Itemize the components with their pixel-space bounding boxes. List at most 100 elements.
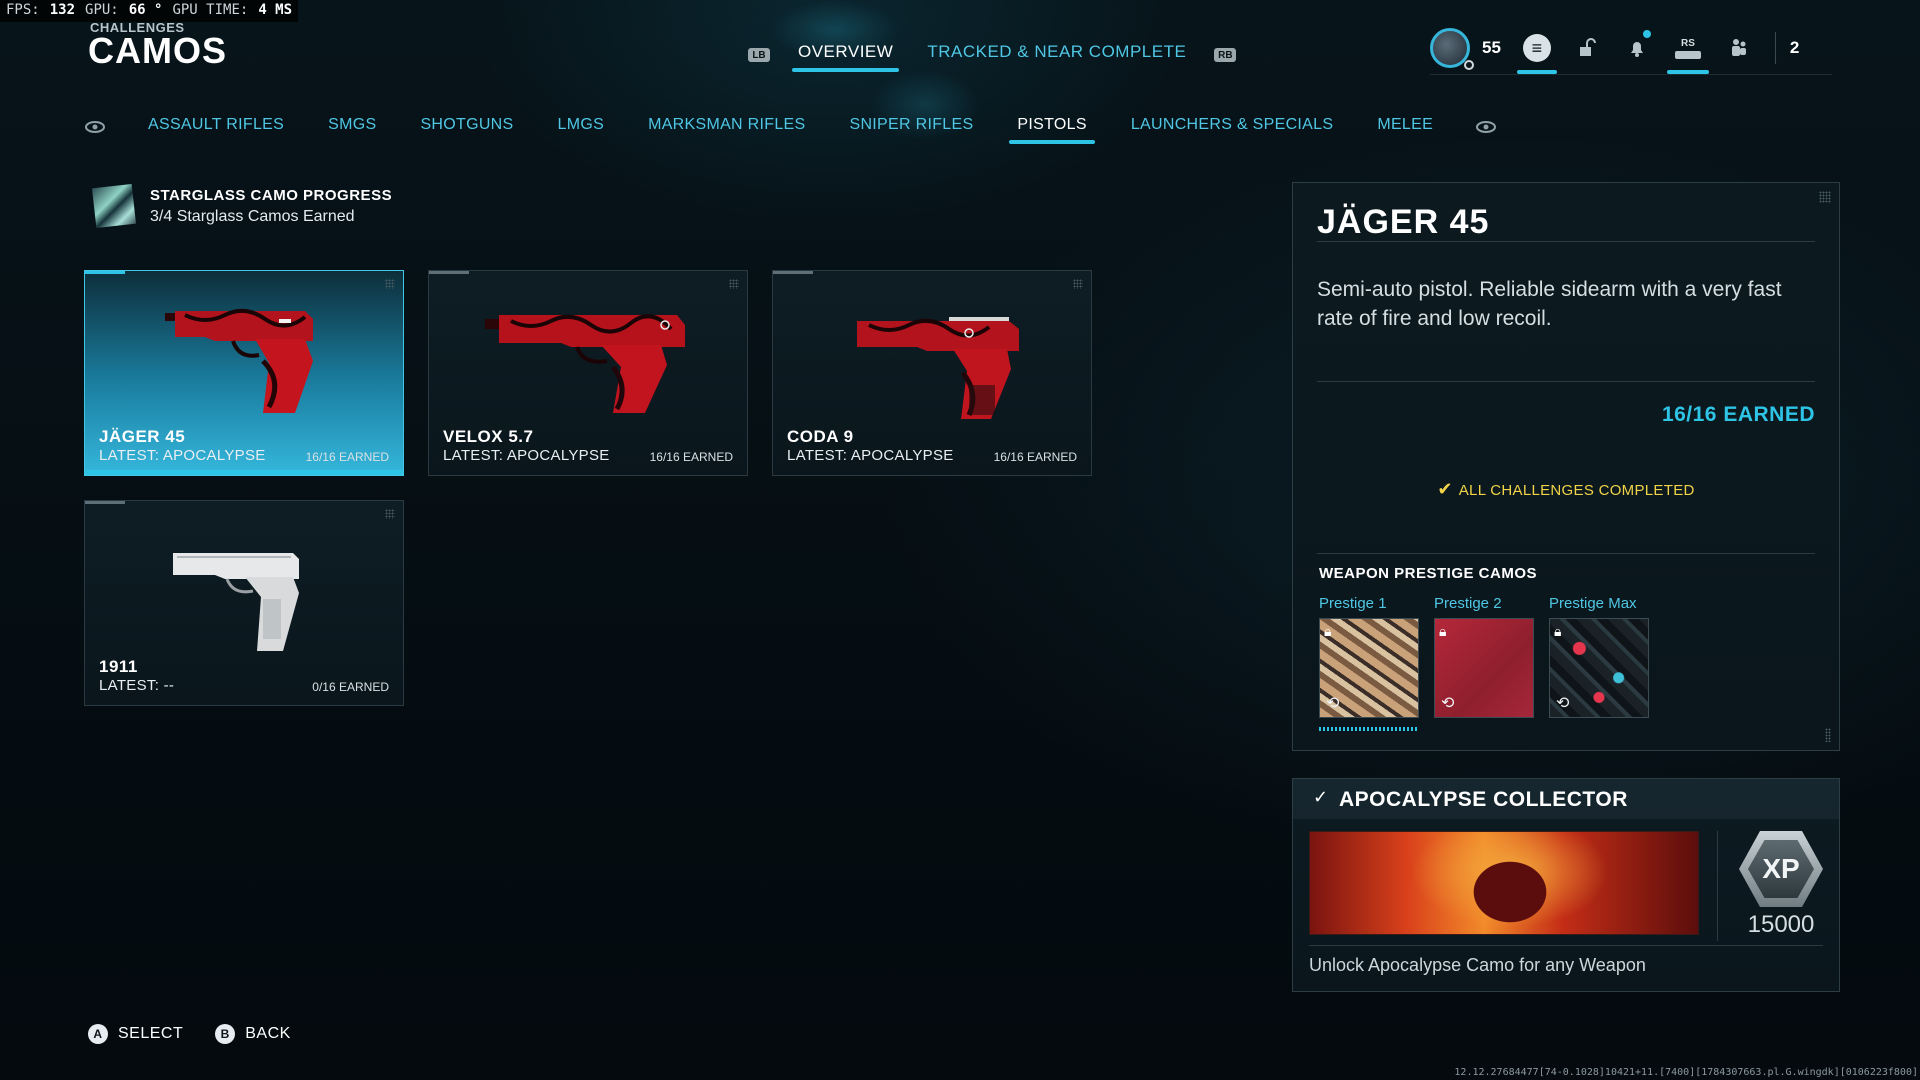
top-tabs: LB OVERVIEW TRACKED & NEAR COMPLETE RB [748,38,1237,72]
unlock-icon [1573,34,1601,62]
prestige-label: Prestige 2 [1434,595,1502,612]
weapon-card-velox-5-7[interactable]: VELOX 5.7 LATEST: APOCALYPSE 16/16 EARNE… [428,270,748,476]
build-version: 12.12.27684477[74-0.1028]10421+11.[7400]… [1454,1067,1918,1078]
lb-bumper-icon[interactable]: LB [748,48,770,62]
prestige-camo-1[interactable]: Prestige 1 🔒︎ ⟲ [1319,595,1419,718]
prev-category-icon[interactable] [84,120,106,137]
select-button[interactable]: A SELECT [88,1024,183,1044]
tab-overview[interactable]: OVERVIEW [792,38,900,72]
a-button-icon: A [88,1024,108,1044]
divider [1317,553,1815,554]
card-progress-tick [773,271,813,274]
unlock-button[interactable] [1573,28,1601,68]
gpu-time-value: 4 MS [258,2,293,18]
status-dot-icon [1464,60,1474,70]
challenges-complete-status: ✔ ALL CHALLENGES COMPLETED [1293,479,1839,500]
weapon-latest-camo: LATEST: APOCALYPSE [443,447,610,464]
category-shotguns[interactable]: SHOTGUNS [418,112,515,144]
xp-amount: 15000 [1747,911,1815,938]
weapon-card-coda-9[interactable]: CODA 9 LATEST: APOCALYPSE 16/16 EARNED [772,270,1092,476]
starglass-camo-icon [92,184,136,228]
prestige-label: Prestige 1 [1319,595,1387,612]
gpu-value: 66 ° [128,2,163,18]
prestige-heading: WEAPON PRESTIGE CAMOS [1319,565,1538,582]
rotate-icon: ⟲ [1326,695,1340,712]
rotate-icon: ⟲ [1556,695,1570,712]
prestige-label: Prestige Max [1549,595,1637,612]
category-pistols[interactable]: PISTOLS [1009,112,1096,144]
back-button[interactable]: B BACK [215,1024,291,1044]
grip-icon [1825,728,1831,742]
player-avatar[interactable] [1430,28,1474,70]
grip-icon [385,279,395,289]
prestige-camo-swatch: 🔒︎ ⟲ [1319,618,1419,718]
divider [1317,241,1815,242]
prestige-camo-max[interactable]: Prestige Max 🔒︎ ⟲ [1549,595,1649,718]
category-sniper-rifles[interactable]: SNIPER RIFLES [847,112,975,144]
fps-value: 132 [49,2,76,18]
detail-description: Semi-auto pistol. Reliable sidearm with … [1317,278,1782,330]
starglass-progress: STARGLASS CAMO PROGRESS 3/4 Starglass Ca… [92,184,392,228]
gpu-time-label: GPU TIME: [172,2,249,18]
prestige-progress-bar [1319,727,1419,731]
notifications-button[interactable] [1623,28,1651,68]
reward-title: APOCALYPSE COLLECTOR [1339,788,1628,811]
prestige-camo-2[interactable]: Prestige 2 🔒︎ ⟲ [1434,595,1534,718]
apocalypse-camo-image [1309,831,1699,935]
category-smgs[interactable]: SMGS [326,112,378,144]
starglass-title: STARGLASS CAMO PROGRESS [150,186,393,204]
weapon-name: 1911 [99,657,138,676]
xp-badge-icon: XP [1739,831,1823,907]
next-category-icon[interactable] [1475,120,1497,137]
reward-panel: ✓ APOCALYPSE COLLECTOR XP 15000 Unlock A… [1292,778,1840,992]
category-melee[interactable]: MELEE [1375,112,1435,144]
grip-icon [1819,191,1831,203]
perf-overlay: FPS: 132 GPU: 66 ° GPU TIME: 4 MS [0,0,299,22]
tab-tracked-near-complete[interactable]: TRACKED & NEAR COMPLETE [921,38,1192,72]
rb-bumper-icon[interactable]: RB [1214,48,1237,62]
prestige-camo-list: Prestige 1 🔒︎ ⟲ Prestige 2 🔒︎ ⟲ Prestige… [1319,595,1649,718]
notification-dot-icon [1642,30,1651,38]
weapon-card-jager-45[interactable]: JÄGER 45 LATEST: APOCALYPSE 16/16 EARNED [84,270,404,476]
lock-icon: 🔒︎ [1439,623,1447,639]
rotate-icon: ⟲ [1441,695,1455,712]
weapon-earned-count: 16/16 EARNED [993,450,1077,464]
rs-icon [1674,50,1701,59]
grip-icon [729,279,739,289]
category-launchers-specials[interactable]: LAUNCHERS & SPECIALS [1129,112,1336,144]
menu-icon: ≡ [1522,34,1551,62]
divider [1309,945,1823,946]
weapon-card-1911[interactable]: 1911 LATEST: -- 0/16 EARNED [84,500,404,706]
b-button-icon: B [215,1024,236,1044]
divider [1717,831,1718,941]
card-progress-tick [429,271,469,274]
party-count: 2 [1789,38,1800,57]
weapon-latest-camo: LATEST: APOCALYPSE [787,447,954,464]
player-level: 55 [1482,38,1501,57]
select-label: SELECT [118,1025,184,1042]
weapon-name: VELOX 5.7 [443,427,534,446]
checkmark-icon: ✔ [1437,479,1453,499]
divider [1317,381,1815,382]
category-lmgs[interactable]: LMGS [556,112,607,144]
card-progress-tick [85,271,125,274]
party-button[interactable] [1725,28,1753,68]
category-marksman-rifles[interactable]: MARKSMAN RIFLES [646,112,807,144]
pistol-image [165,308,313,413]
hud-divider [1774,32,1776,64]
weapon-latest-camo: LATEST: -- [99,677,175,694]
pistol-image [173,553,299,651]
category-assault-rifles[interactable]: ASSAULT RIFLES [146,112,286,144]
menu-button[interactable]: ≡ [1516,28,1557,74]
reward-description: Unlock Apocalypse Camo for any Weapon [1309,955,1646,975]
weapon-earned-count: 16/16 EARNED [649,450,733,464]
rs-button[interactable]: RS [1666,28,1709,74]
lock-icon: 🔒︎ [1324,623,1332,639]
weapon-detail-panel: JÄGER 45 Semi-auto pistol. Reliable side… [1292,182,1840,751]
checkmark-icon: ✓ [1313,787,1329,807]
weapon-latest-camo: LATEST: APOCALYPSE [99,447,266,464]
hud-bar: 55 ≡ RS 2 [1430,28,1800,74]
button-hints: A SELECT B BACK [88,1024,291,1044]
weapon-earned-count: 16/16 EARNED [305,450,389,464]
page-title: CAMOS [88,30,227,71]
